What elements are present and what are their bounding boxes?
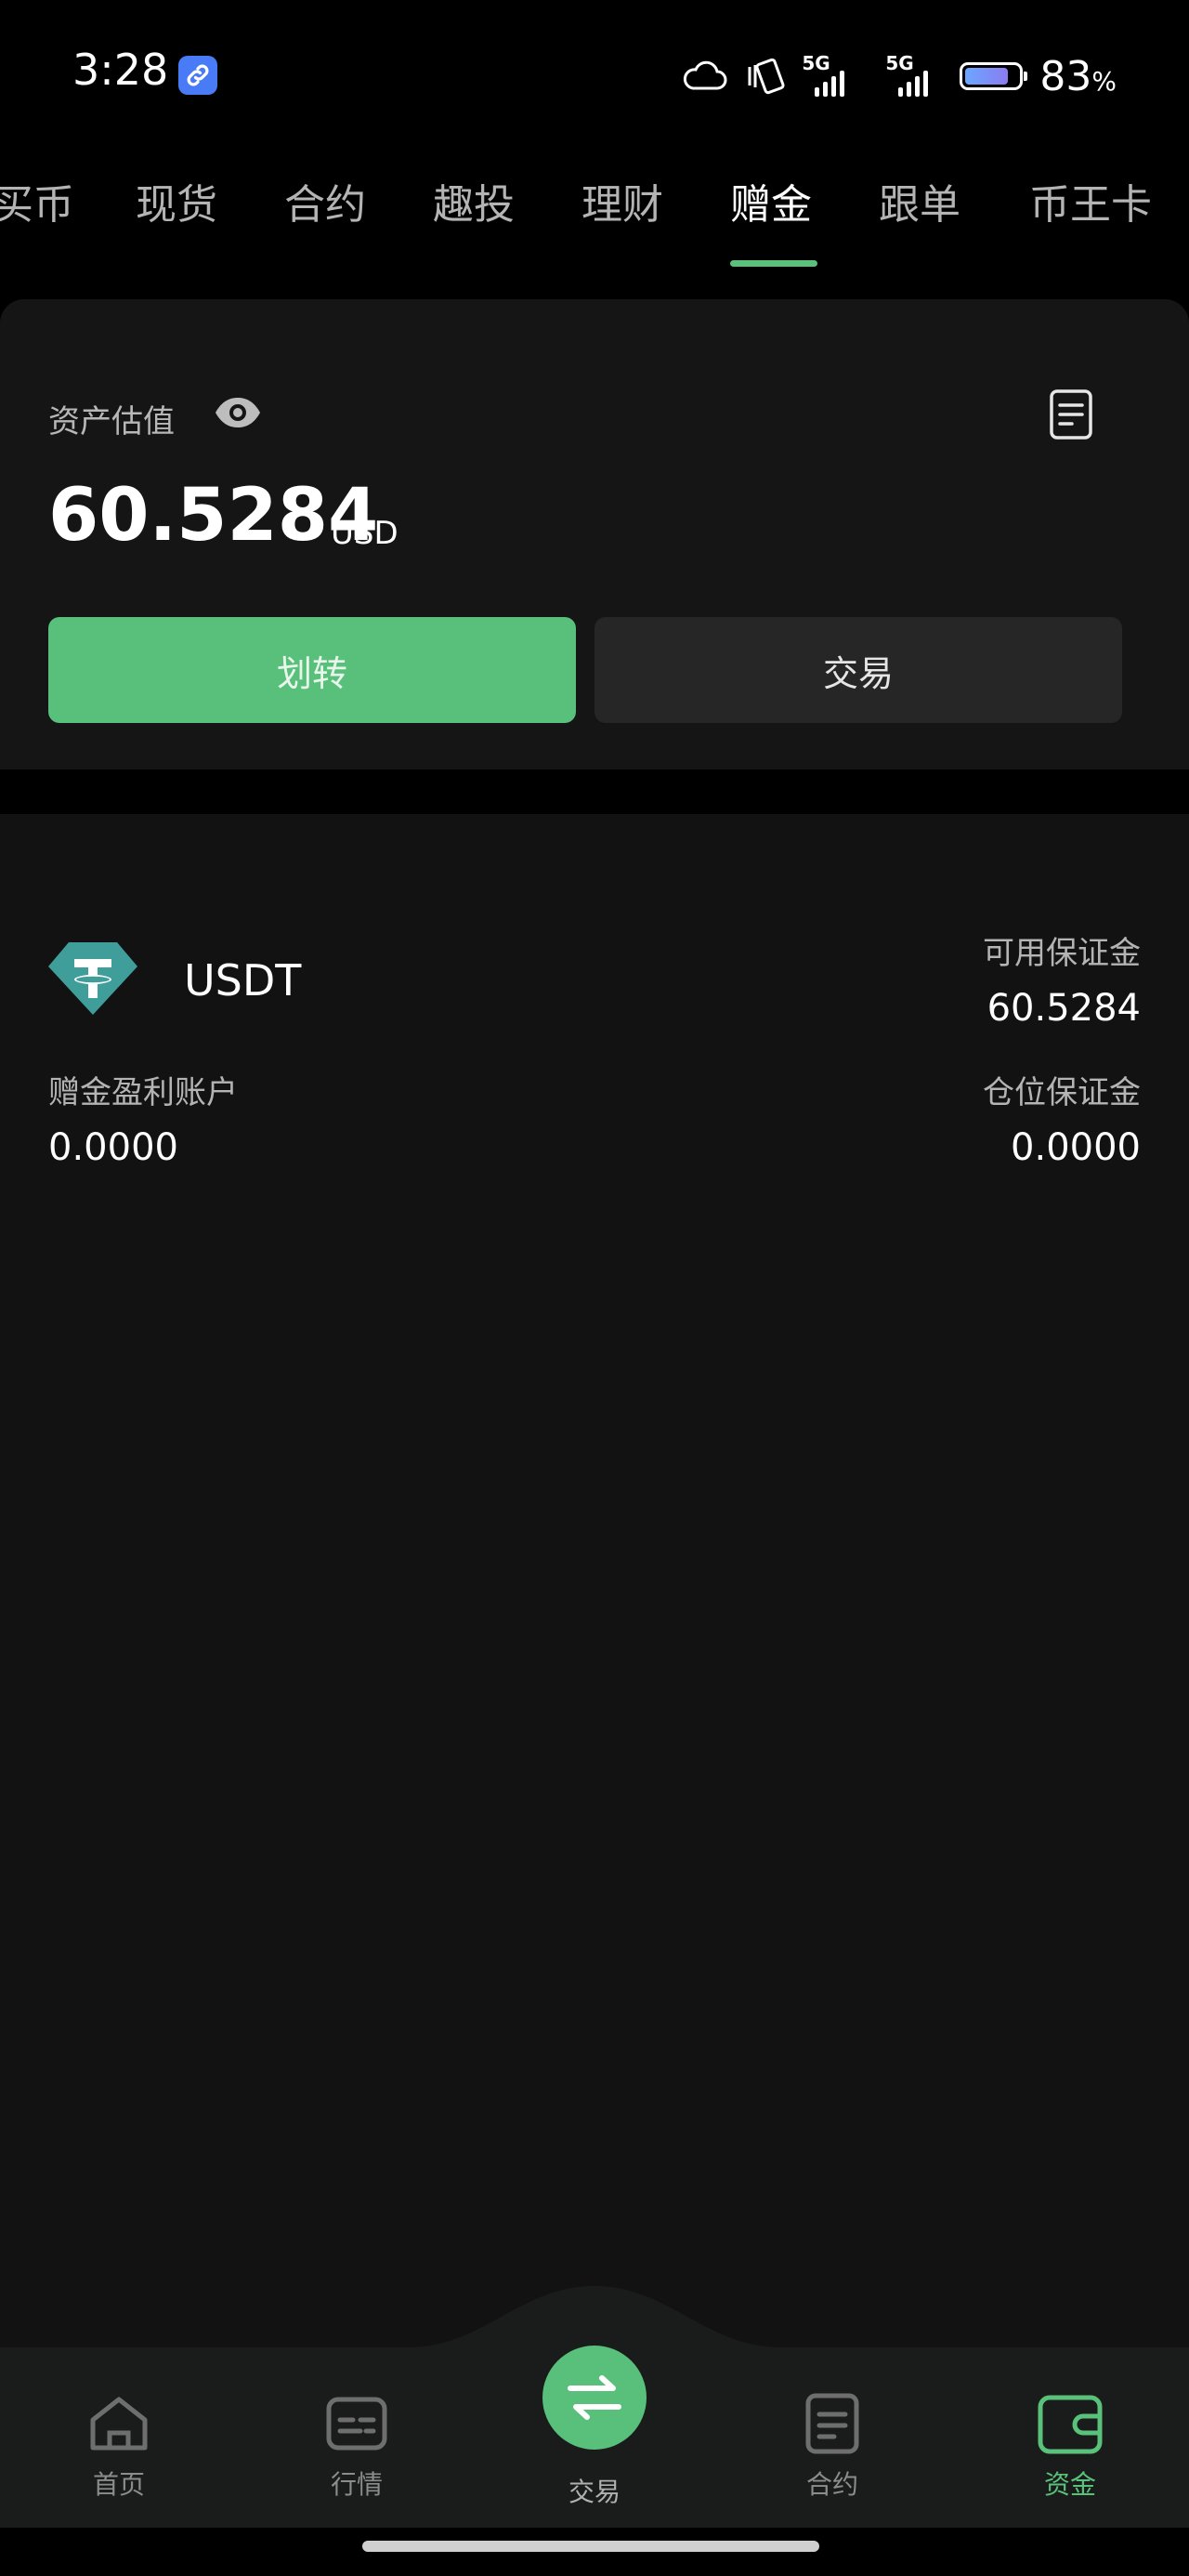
status-bar: 3:28 5G 5G 83% (0, 0, 1189, 149)
available-margin-value: 60.5284 (986, 987, 1141, 1030)
home-icon (90, 2397, 148, 2451)
coin-name: USDT (184, 955, 302, 1005)
tab-futures[interactable]: 合约 (284, 171, 366, 230)
wallet-icon (1038, 2395, 1103, 2454)
status-indicators: 5G 5G 83% (681, 48, 1117, 104)
futures-icon (805, 2393, 859, 2454)
home-indicator[interactable] (362, 2541, 819, 2552)
tab-fun-invest[interactable]: 趣投 (433, 171, 515, 230)
tab-buy-crypto[interactable]: 买币 (0, 171, 74, 230)
nav-home-label: 首页 (92, 2469, 145, 2500)
battery-percent: 83% (1039, 52, 1117, 100)
signal-2-label: 5G (885, 52, 914, 74)
nav-assets[interactable]: 资金 (996, 2390, 1144, 2502)
link-icon (178, 56, 217, 95)
battery-fill (965, 68, 1009, 85)
signal-1-label: 5G (802, 52, 830, 74)
tab-copy-trade[interactable]: 跟单 (879, 171, 960, 230)
nav-assets-label: 资金 (1043, 2469, 1096, 2500)
tab-spot[interactable]: 现货 (136, 171, 217, 230)
nav-market[interactable]: 行情 (282, 2390, 431, 2502)
trade-button[interactable]: 交易 (594, 617, 1122, 723)
product-tabs: 买币 现货 合约 趣投 理财 赠金 跟单 币王卡 (0, 149, 1189, 269)
signal-2: 5G (878, 52, 943, 97)
swap-icon (568, 2375, 621, 2420)
nav-market-label: 行情 (330, 2469, 383, 2500)
tab-earn[interactable]: 理财 (581, 171, 663, 230)
asset-value: 60.5284 (48, 474, 379, 558)
signal-1: 5G (802, 52, 861, 97)
cloud-icon (684, 60, 727, 90)
tab-coin-king-card[interactable]: 币王卡 (1029, 171, 1152, 230)
bonus-profit-label: 赠金盈利账户 (48, 1074, 238, 1111)
available-margin-label: 可用保证金 (983, 935, 1141, 972)
position-margin-label: 仓位保证金 (983, 1074, 1141, 1111)
nav-home[interactable]: 首页 (45, 2390, 193, 2502)
nav-futures[interactable]: 合约 (758, 2390, 907, 2502)
vibrate-icon (748, 58, 785, 95)
transfer-button[interactable]: 划转 (48, 617, 576, 723)
nav-futures-label: 合约 (805, 2469, 858, 2500)
status-time: 3:28 (72, 45, 169, 95)
nav-trade-label: 交易 (568, 2477, 621, 2507)
eye-icon[interactable] (214, 394, 262, 431)
asset-unit: USD (331, 515, 399, 552)
usdt-icon (48, 942, 137, 1015)
active-tab-indicator (730, 260, 817, 267)
record-icon[interactable] (1048, 388, 1094, 440)
bonus-account-list: USDT 可用保证金 60.5284 赠金盈利账户 0.0000 仓位保证金 0… (0, 814, 1189, 2347)
tab-bonus[interactable]: 赠金 (730, 171, 812, 230)
battery-icon (960, 62, 1028, 90)
nav-trade-button[interactable] (542, 2346, 647, 2450)
market-icon (326, 2397, 387, 2451)
asset-label: 资产估值 (48, 403, 175, 440)
position-margin-value: 0.0000 (1011, 1126, 1141, 1169)
asset-card: 资产估值 60.5284 USD 划转 交易 (0, 299, 1189, 769)
bonus-profit-value: 0.0000 (48, 1126, 178, 1169)
